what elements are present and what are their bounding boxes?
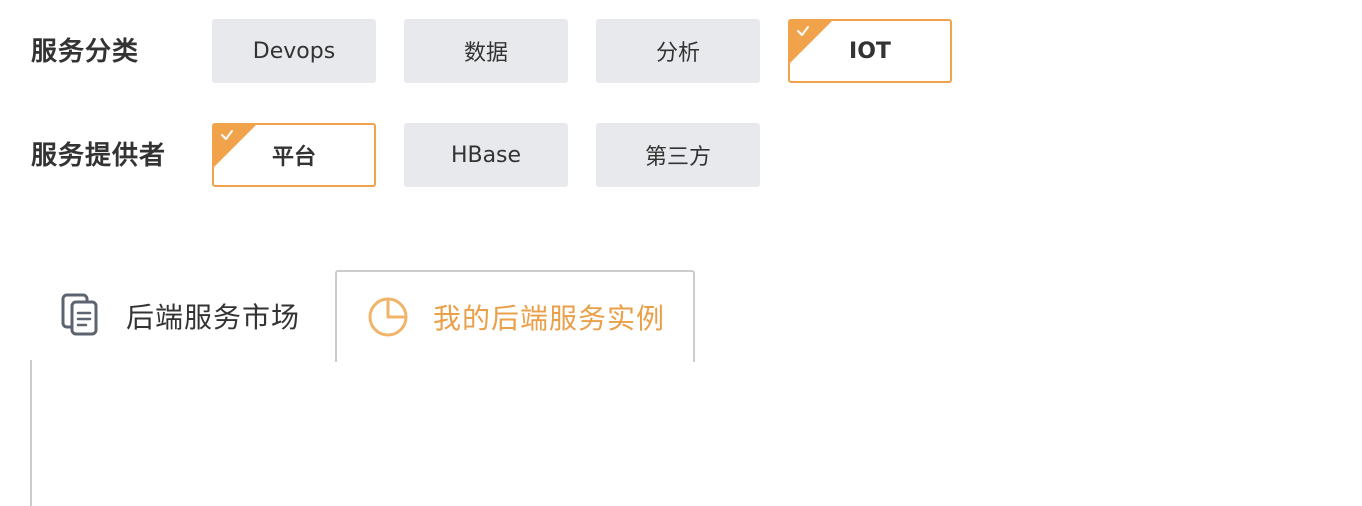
provider-chip-third-party[interactable]: 第三方 [596,123,760,187]
tab-backend-service-market[interactable]: 后端服务市场 [30,270,335,362]
chip-label: Devops [252,38,336,64]
tab-my-backend-service-instances[interactable]: 我的后端服务实例 [335,270,695,362]
provider-filter-row: 服务提供者 平台 HBase 第三方 [0,123,1362,187]
category-filter-label: 服务分类 [31,37,140,67]
provider-chip-platform[interactable]: 平台 [212,123,376,187]
check-icon [221,130,233,140]
tab-content-panel [30,360,1362,506]
chip-label: 分析 [655,41,700,66]
category-chip-iot[interactable]: IOT [788,19,952,83]
chip-label: IOT [849,38,891,64]
chip-label: 平台 [271,145,316,170]
category-chip-data[interactable]: 数据 [404,19,568,83]
category-chip-devops[interactable]: Devops [212,19,376,83]
document-icon [61,293,98,336]
pie-chart-icon [368,297,408,337]
provider-filter-label: 服务提供者 [31,141,167,171]
chip-label: 数据 [463,41,508,66]
category-chip-analysis[interactable]: 分析 [596,19,760,83]
chip-label: HBase [450,142,522,168]
check-icon [797,26,809,36]
chip-label: 第三方 [644,145,711,170]
tab-label: 我的后端服务实例 [433,302,666,335]
category-filter-row: 服务分类 Devops 数据 分析 IOT [0,19,1362,83]
provider-chip-hbase[interactable]: HBase [404,123,568,187]
tab-label: 后端服务市场 [126,301,301,334]
